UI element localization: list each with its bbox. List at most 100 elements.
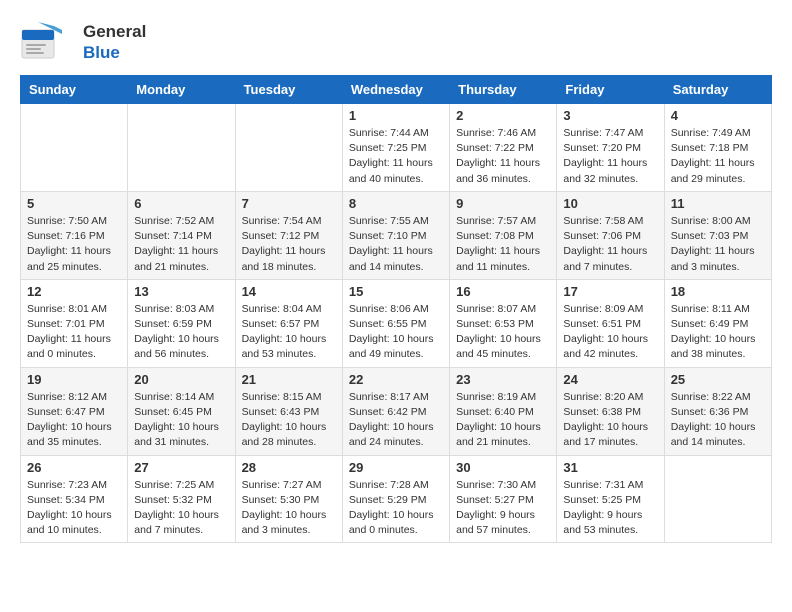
calendar-cell (21, 104, 128, 192)
day-number: 3 (563, 108, 657, 123)
day-info: Sunrise: 8:15 AM Sunset: 6:43 PM Dayligh… (242, 390, 336, 451)
logo-general: General (83, 22, 146, 42)
day-info: Sunrise: 7:28 AM Sunset: 5:29 PM Dayligh… (349, 478, 443, 539)
logo-blue: Blue (83, 43, 146, 63)
day-info: Sunrise: 8:19 AM Sunset: 6:40 PM Dayligh… (456, 390, 550, 451)
calendar-cell (235, 104, 342, 192)
day-number: 25 (671, 372, 765, 387)
calendar-cell: 26 Sunrise: 7:23 AM Sunset: 5:34 PM Dayli… (21, 455, 128, 543)
calendar-cell: 19 Sunrise: 8:12 AM Sunset: 6:47 PM Dayli… (21, 367, 128, 455)
day-info: Sunrise: 8:09 AM Sunset: 6:51 PM Dayligh… (563, 302, 657, 363)
day-number: 31 (563, 460, 657, 475)
day-info: Sunrise: 7:44 AM Sunset: 7:25 PM Dayligh… (349, 126, 443, 187)
day-number: 12 (27, 284, 121, 299)
calendar-cell: 16Sunrise: 8:07 AM Sunset: 6:53 PM Dayli… (450, 279, 557, 367)
calendar-cell: 2 Sunrise: 7:46 AM Sunset: 7:22 PM Daylig… (450, 104, 557, 192)
day-number: 29 (349, 460, 443, 475)
logo-svg (20, 20, 75, 65)
day-info: Sunrise: 7:55 AM Sunset: 7:10 PM Dayligh… (349, 214, 443, 275)
day-number: 30 (456, 460, 550, 475)
calendar-cell (664, 455, 771, 543)
day-info: Sunrise: 8:20 AM Sunset: 6:38 PM Dayligh… (563, 390, 657, 451)
day-number: 14 (242, 284, 336, 299)
calendar-cell: 24 Sunrise: 8:20 AM Sunset: 6:38 PM Dayli… (557, 367, 664, 455)
day-info: Sunrise: 7:54 AM Sunset: 7:12 PM Dayligh… (242, 214, 336, 275)
day-number: 27 (134, 460, 228, 475)
day-number: 7 (242, 196, 336, 211)
day-number: 28 (242, 460, 336, 475)
calendar-cell: 3 Sunrise: 7:47 AM Sunset: 7:20 PM Daylig… (557, 104, 664, 192)
calendar-cell: 21 Sunrise: 8:15 AM Sunset: 6:43 PM Dayli… (235, 367, 342, 455)
day-info: Sunrise: 8:00 AM Sunset: 7:03 PM Dayligh… (671, 214, 765, 275)
day-number: 9 (456, 196, 550, 211)
day-number: 11 (671, 196, 765, 211)
day-info: Sunrise: 7:50 AM Sunset: 7:16 PM Dayligh… (27, 214, 121, 275)
calendar-cell: 28Sunrise: 7:27 AM Sunset: 5:30 PM Dayli… (235, 455, 342, 543)
calendar-table: SundayMondayTuesdayWednesdayThursdayFrid… (20, 75, 772, 543)
day-number: 26 (27, 460, 121, 475)
weekday-header: Sunday (21, 76, 128, 104)
calendar-week-row: 5 Sunrise: 7:50 AM Sunset: 7:16 PM Daylig… (21, 191, 772, 279)
day-number: 21 (242, 372, 336, 387)
day-info: Sunrise: 8:01 AM Sunset: 7:01 PM Dayligh… (27, 302, 121, 363)
day-number: 15 (349, 284, 443, 299)
weekday-header: Tuesday (235, 76, 342, 104)
day-info: Sunrise: 8:04 AM Sunset: 6:57 PM Dayligh… (242, 302, 336, 363)
day-info: Sunrise: 7:52 AM Sunset: 7:14 PM Dayligh… (134, 214, 228, 275)
day-info: Sunrise: 7:46 AM Sunset: 7:22 PM Dayligh… (456, 126, 550, 187)
calendar-cell: 18 Sunrise: 8:11 AM Sunset: 6:49 PM Dayli… (664, 279, 771, 367)
day-info: Sunrise: 7:31 AM Sunset: 5:25 PM Dayligh… (563, 478, 657, 539)
day-number: 18 (671, 284, 765, 299)
calendar-cell: 6 Sunrise: 7:52 AM Sunset: 7:14 PM Daylig… (128, 191, 235, 279)
calendar-header-row: SundayMondayTuesdayWednesdayThursdayFrid… (21, 76, 772, 104)
calendar-cell: 11 Sunrise: 8:00 AM Sunset: 7:03 PM Dayli… (664, 191, 771, 279)
day-info: Sunrise: 8:06 AM Sunset: 6:55 PM Dayligh… (349, 302, 443, 363)
calendar-cell: 14 Sunrise: 8:04 AM Sunset: 6:57 PM Dayli… (235, 279, 342, 367)
page-header: General Blue (20, 20, 772, 65)
day-number: 23 (456, 372, 550, 387)
calendar-cell: 1Sunrise: 7:44 AM Sunset: 7:25 PM Daylig… (342, 104, 449, 192)
day-number: 4 (671, 108, 765, 123)
day-info: Sunrise: 7:57 AM Sunset: 7:08 PM Dayligh… (456, 214, 550, 275)
day-number: 2 (456, 108, 550, 123)
weekday-header: Friday (557, 76, 664, 104)
day-info: Sunrise: 7:58 AM Sunset: 7:06 PM Dayligh… (563, 214, 657, 275)
calendar-cell: 12 Sunrise: 8:01 AM Sunset: 7:01 PM Dayli… (21, 279, 128, 367)
day-info: Sunrise: 8:12 AM Sunset: 6:47 PM Dayligh… (27, 390, 121, 451)
calendar-cell: 17 Sunrise: 8:09 AM Sunset: 6:51 PM Dayli… (557, 279, 664, 367)
day-number: 13 (134, 284, 228, 299)
day-number: 8 (349, 196, 443, 211)
day-info: Sunrise: 7:30 AM Sunset: 5:27 PM Dayligh… (456, 478, 550, 539)
day-info: Sunrise: 7:47 AM Sunset: 7:20 PM Dayligh… (563, 126, 657, 187)
day-number: 20 (134, 372, 228, 387)
day-info: Sunrise: 7:49 AM Sunset: 7:18 PM Dayligh… (671, 126, 765, 187)
day-info: Sunrise: 8:14 AM Sunset: 6:45 PM Dayligh… (134, 390, 228, 451)
calendar-cell: 27Sunrise: 7:25 AM Sunset: 5:32 PM Dayli… (128, 455, 235, 543)
day-number: 17 (563, 284, 657, 299)
calendar-cell: 30 Sunrise: 7:30 AM Sunset: 5:27 PM Dayli… (450, 455, 557, 543)
calendar-cell: 5 Sunrise: 7:50 AM Sunset: 7:16 PM Daylig… (21, 191, 128, 279)
calendar-cell: 29 Sunrise: 7:28 AM Sunset: 5:29 PM Dayli… (342, 455, 449, 543)
day-number: 19 (27, 372, 121, 387)
day-number: 6 (134, 196, 228, 211)
day-number: 5 (27, 196, 121, 211)
day-info: Sunrise: 8:03 AM Sunset: 6:59 PM Dayligh… (134, 302, 228, 363)
day-info: Sunrise: 8:22 AM Sunset: 6:36 PM Dayligh… (671, 390, 765, 451)
calendar-cell (128, 104, 235, 192)
calendar-cell: 20 Sunrise: 8:14 AM Sunset: 6:45 PM Dayli… (128, 367, 235, 455)
calendar-week-row: 26 Sunrise: 7:23 AM Sunset: 5:34 PM Dayli… (21, 455, 772, 543)
day-info: Sunrise: 8:11 AM Sunset: 6:49 PM Dayligh… (671, 302, 765, 363)
logo: General Blue (20, 20, 146, 65)
calendar-week-row: 12 Sunrise: 8:01 AM Sunset: 7:01 PM Dayli… (21, 279, 772, 367)
calendar-cell: 4 Sunrise: 7:49 AM Sunset: 7:18 PM Daylig… (664, 104, 771, 192)
calendar-cell: 8 Sunrise: 7:55 AM Sunset: 7:10 PM Daylig… (342, 191, 449, 279)
calendar-cell: 23 Sunrise: 8:19 AM Sunset: 6:40 PM Dayli… (450, 367, 557, 455)
day-number: 24 (563, 372, 657, 387)
calendar-cell: 22Sunrise: 8:17 AM Sunset: 6:42 PM Dayli… (342, 367, 449, 455)
calendar-cell: 13 Sunrise: 8:03 AM Sunset: 6:59 PM Dayli… (128, 279, 235, 367)
weekday-header: Monday (128, 76, 235, 104)
calendar-cell: 25 Sunrise: 8:22 AM Sunset: 6:36 PM Dayli… (664, 367, 771, 455)
day-info: Sunrise: 7:23 AM Sunset: 5:34 PM Dayligh… (27, 478, 121, 539)
calendar-cell: 7 Sunrise: 7:54 AM Sunset: 7:12 PM Daylig… (235, 191, 342, 279)
calendar-week-row: 1Sunrise: 7:44 AM Sunset: 7:25 PM Daylig… (21, 104, 772, 192)
